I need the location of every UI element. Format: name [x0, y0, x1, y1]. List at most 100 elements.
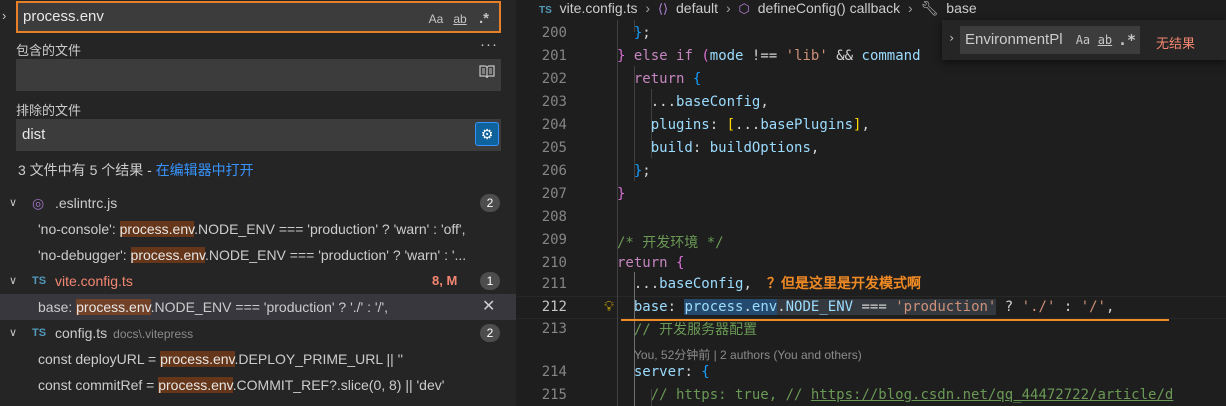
line-number: 202 [541, 71, 567, 87]
breadcrumb-file[interactable]: vite.config.ts [560, 0, 638, 16]
toggle-replace-chevron-icon[interactable]: › [2, 9, 12, 23]
result-match-row[interactable]: const deployURL = process.env.DEPLOY_PRI… [0, 346, 516, 372]
match-case-icon[interactable]: Aa [1074, 30, 1092, 50]
search-summary-text: 3 文件中有 5 个结果 - [18, 162, 156, 178]
match-highlight: process.env [160, 351, 235, 367]
chevron-down-icon[interactable]: ∨ [9, 190, 17, 216]
line-number: 200 [541, 25, 567, 41]
annotation-underline [621, 319, 1169, 321]
match-highlight: process.env [76, 299, 151, 315]
line-number: 201 [541, 48, 567, 64]
line-number: 213 [541, 321, 567, 337]
typescript-file-icon: TS [32, 327, 47, 339]
code-line: /* 开发环境 */ [617, 235, 724, 251]
match-prefix: base: [38, 299, 77, 315]
code-line: build: buildOptions, [650, 140, 820, 156]
match-highlight: process.env [158, 377, 233, 393]
exclude-files-input[interactable]: dist ⚙ [16, 119, 501, 151]
lightbulb-icon[interactable]: 💡︎ [601, 298, 617, 316]
code-line: // https: true, // https://blog.csdn.net… [650, 387, 1174, 403]
result-file-row[interactable]: ∨ ◎ .eslintrc.js 2 [0, 190, 516, 216]
find-result-status: 无结果 [1156, 36, 1196, 51]
code-line: }; [633, 25, 651, 41]
typescript-file-icon: TS [539, 5, 552, 16]
match-suffix: .NODE_ENV === 'production' ? 'warn' : '.… [204, 247, 467, 263]
line-number: 210 [541, 255, 567, 271]
result-match-row[interactable]: 'no-debugger': process.env.NODE_ENV === … [0, 242, 516, 268]
line-number: 207 [541, 186, 567, 202]
line-number: 214 [541, 364, 567, 380]
code-line: server: { [633, 364, 710, 380]
breadcrumb-item-default[interactable]: default [676, 0, 718, 16]
match-prefix: const commitRef = [38, 377, 159, 393]
result-file-name-text: config.ts [55, 325, 108, 341]
chevron-right-icon: › [908, 0, 913, 16]
match-prefix: 'no-console': [38, 221, 120, 237]
result-file-name: .eslintrc.js [55, 195, 118, 211]
git-blame-codelens[interactable]: You, 52分钟前 | 2 authors (You and others) [634, 346, 862, 363]
result-file-row[interactable]: ∨ TS vite.config.ts 8, M 1 [0, 268, 516, 294]
search-input[interactable]: process.env Aa ab .* [16, 1, 501, 33]
match-suffix: .NODE_ENV === 'production' ? 'warn' : 'o… [194, 221, 466, 237]
result-match-row[interactable]: 'no-console': process.env.NODE_ENV === '… [0, 216, 516, 242]
breadcrumb-item-base[interactable]: base [946, 0, 976, 16]
code-line: } [617, 186, 626, 202]
line-number: 215 [541, 387, 567, 403]
use-regex-icon[interactable]: .* [475, 9, 493, 29]
module-icon: ⟨⟩ [657, 1, 669, 16]
code-line: }; [633, 163, 651, 179]
chevron-down-icon[interactable]: ∨ [9, 268, 17, 294]
find-input[interactable]: EnvironmentPl Aa ab .* [960, 26, 1140, 54]
find-options: Aa ab .* [1074, 30, 1136, 50]
line-number-active: 212 [541, 299, 567, 315]
search-summary: 3 文件中有 5 个结果 - 在编辑器中打开 [18, 160, 254, 180]
include-files-input[interactable] [16, 59, 501, 91]
chevron-right-icon: › [725, 0, 731, 16]
search-open-editors-book-icon[interactable] [477, 65, 497, 83]
code-editor[interactable]: TS vite.config.ts › ⟨⟩ default › ⬡ defin… [517, 0, 1226, 406]
typescript-file-icon: TS [32, 275, 47, 287]
search-options: Aa ab .* [427, 9, 493, 29]
line-number: 205 [541, 140, 567, 156]
result-file-path: docs\.vitepress [113, 327, 194, 341]
open-in-editor-link[interactable]: 在编辑器中打开 [156, 162, 254, 178]
use-exclude-settings-gear-icon[interactable]: ⚙ [475, 122, 499, 146]
match-whole-word-icon[interactable]: ab [1096, 30, 1114, 50]
match-highlight: process.env [130, 247, 205, 263]
match-prefix: const deployURL = [38, 351, 161, 367]
more-options-icon[interactable]: ··· [480, 36, 498, 53]
line-number: 208 [541, 209, 567, 225]
code-line: ...baseConfig, [617, 94, 769, 110]
line-number: 209 [541, 232, 567, 248]
property-wrench-icon: 🔧︎ [920, 0, 939, 16]
chevron-right-icon: › [645, 0, 651, 16]
chevron-down-icon[interactable]: ∨ [9, 320, 17, 346]
result-match-row[interactable]: const commitRef = process.env.COMMIT_REF… [0, 372, 516, 398]
use-regex-icon[interactable]: .* [1118, 30, 1136, 50]
result-file-row[interactable]: ∨ TS config.ts docs\.vitepress 2 [0, 320, 516, 346]
git-status-label: 8, M [432, 273, 458, 288]
breadcrumb: TS vite.config.ts › ⟨⟩ default › ⬡ defin… [517, 0, 1226, 17]
result-match-row-selected[interactable]: base: process.env.NODE_ENV === 'producti… [0, 294, 516, 320]
indent-guide-active [634, 272, 635, 406]
line-number: 206 [541, 163, 567, 179]
code-line: return { [633, 71, 702, 87]
annotation-note: ？但是这里是开发模式啊 [767, 275, 921, 291]
breadcrumb-item-callback[interactable]: defineConfig() callback [758, 0, 900, 16]
include-label: 包含的文件 [16, 43, 82, 58]
code-line: plugins: [...basePlugins], [650, 117, 870, 133]
find-query-text: EnvironmentPl [965, 31, 1063, 48]
method-cube-icon: ⬡ [738, 1, 750, 16]
toggle-replace-chevron-icon[interactable]: › [948, 31, 955, 45]
match-case-icon[interactable]: Aa [427, 9, 445, 29]
code-line: ...baseConfig, [617, 276, 752, 292]
exclude-label: 排除的文件 [16, 103, 82, 118]
find-widget: › EnvironmentPl Aa ab .* 无结果 [942, 20, 1226, 60]
match-whole-word-icon[interactable]: ab [451, 9, 469, 29]
line-number: 211 [541, 276, 567, 292]
code-line-active: base: process.env.NODE_ENV === 'producti… [633, 299, 1115, 315]
exclude-files-value: dist [22, 126, 46, 143]
match-count-badge: 2 [480, 194, 500, 212]
dismiss-result-close-icon[interactable]: ✕ [482, 294, 495, 320]
match-suffix: .DEPLOY_PRIME_URL || '' [234, 351, 404, 367]
